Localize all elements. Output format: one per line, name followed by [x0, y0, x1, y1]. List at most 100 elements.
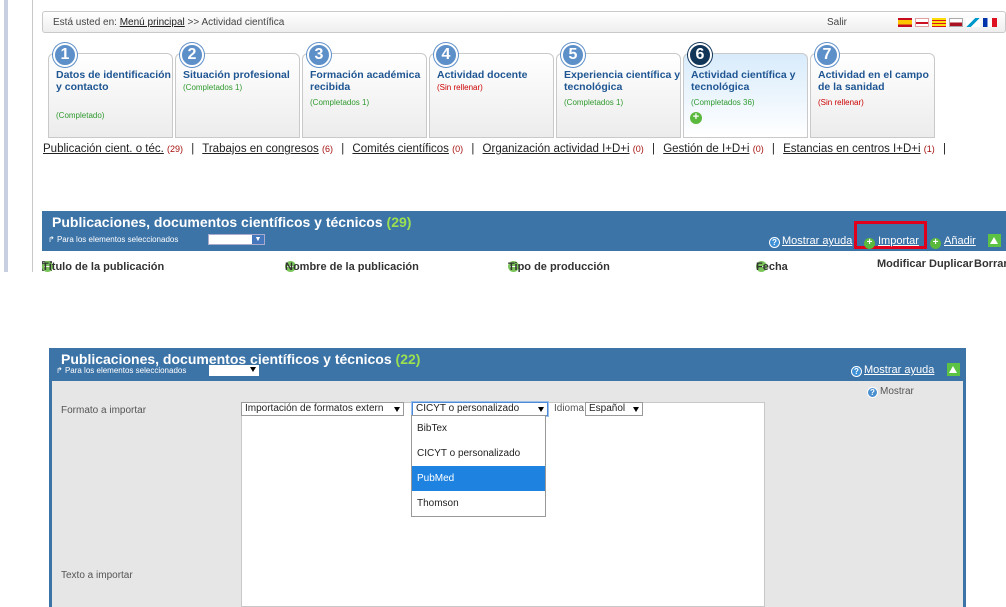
panel-title: Publicaciones, documentos científicos y … — [52, 214, 411, 230]
subtab-separator: | — [471, 143, 475, 155]
text-label: Texto a importar — [61, 570, 133, 581]
selected-items-label: ↱ Para los elementos seleccionados — [48, 235, 178, 244]
format-type-select[interactable]: CICYT o personalizado — [412, 402, 548, 416]
collapse-up-icon[interactable] — [988, 234, 1001, 247]
breadcrumb-prefix: Está usted en: — [53, 17, 117, 28]
subtab-separator: | — [771, 143, 775, 155]
step-number: 3 — [307, 43, 331, 67]
breadcrumb-bar: Está usted en: Menú principal >> Activid… — [42, 11, 1006, 33]
chevron-down-icon — [250, 367, 256, 372]
step-status: (Sin rellenar) — [818, 98, 864, 107]
add-label: Añadir — [944, 235, 976, 247]
show-help-text: Mostrar ayuda — [864, 364, 935, 376]
publications-panel-header: Publicaciones, documentos científicos y … — [42, 211, 1006, 251]
step-number: 6 — [688, 43, 712, 67]
subtab-organizacion[interactable]: Organización actividad I+D+i — [483, 143, 630, 155]
subtab-separator: | — [191, 143, 195, 155]
breadcrumb-current: Actividad científica — [201, 17, 285, 28]
subtab-congresos[interactable]: Trabajos en congresos — [202, 143, 319, 155]
step-title: Experiencia científica y tecnológica — [564, 69, 681, 93]
step-status: (Completados 1) — [310, 98, 370, 107]
step-title: Situación profesional — [183, 69, 290, 81]
collapse-up-icon[interactable] — [947, 363, 960, 376]
flag-catalonia-icon[interactable] — [932, 18, 946, 27]
flag-spain-icon[interactable] — [898, 18, 912, 27]
show-help-text: Mostrar ayuda — [782, 235, 853, 247]
bulk-action-select[interactable] — [209, 365, 259, 376]
subtab-comites[interactable]: Comités científicos — [352, 143, 449, 155]
step-status: (Sin rellenar) — [437, 83, 483, 92]
step-6[interactable]: 6 Actividad científica y tecnológica (Co… — [683, 43, 808, 138]
breadcrumb-home-link[interactable]: Menú principal — [120, 17, 185, 28]
panel-count: (29) — [386, 214, 412, 230]
step-title: Actividad científica y tecnológica — [691, 69, 796, 93]
chevron-down-icon — [633, 407, 639, 412]
subtab-separator: | — [341, 143, 345, 155]
subtab-gestion[interactable]: Gestión de I+D+i — [663, 143, 749, 155]
panel-title-text: Publicaciones, documentos científicos y … — [52, 214, 383, 230]
help-icon: ? — [769, 237, 780, 248]
bulk-action-select[interactable]: ▼ — [208, 234, 265, 245]
step-title: Actividad docente — [437, 69, 528, 81]
step-number: 4 — [434, 43, 458, 67]
subtab-count: (0) — [452, 144, 464, 154]
show-help-link[interactable]: ? Mostrar ayuda — [851, 364, 934, 377]
step-status: (Completados 1) — [183, 83, 243, 92]
breadcrumb-separator: >> — [187, 17, 200, 28]
arrow-turn-icon: ↱ — [56, 366, 63, 375]
left-frame-strip — [0, 0, 33, 272]
step-4[interactable]: 4 Actividad docente (Sin rellenar) — [429, 43, 554, 138]
help-icon: ? — [867, 387, 878, 398]
top-screenshot: Está usted en: Menú principal >> Activid… — [0, 0, 1006, 272]
step-5[interactable]: 5 Experiencia científica y tecnológica (… — [556, 43, 681, 138]
logout-link[interactable]: Salir — [827, 17, 847, 28]
subtab-publicaciones[interactable]: Publicación cient. o téc. — [43, 143, 164, 155]
option-bibtex[interactable]: BibTex — [412, 416, 545, 441]
step-7[interactable]: 7 Actividad en el campo de la sanidad (S… — [810, 43, 935, 138]
step-2[interactable]: 2 Situación profesional (Completados 1) — [175, 43, 300, 138]
add-button[interactable]: + Añadir — [930, 235, 976, 249]
format-select-value: Importación de formatos extern — [245, 403, 384, 414]
import-button[interactable]: + Importar — [864, 235, 919, 249]
show-button[interactable]: ? Mostrar — [867, 386, 914, 398]
bottom-screenshot: Publicaciones, documentos científicos y … — [49, 348, 966, 607]
flag-galicia-icon[interactable] — [966, 18, 980, 27]
format-select[interactable]: Importación de formatos extern — [241, 402, 404, 416]
option-thomson[interactable]: Thomson — [412, 491, 545, 516]
option-pubmed[interactable]: PubMed — [412, 466, 545, 491]
breadcrumb: Está usted en: Menú principal >> Activid… — [53, 17, 284, 28]
step-status: (Completado) — [56, 111, 105, 120]
subtab-count: (29) — [167, 144, 184, 154]
language-select-value: Español — [589, 403, 626, 414]
option-cicyt[interactable]: CICYT o personalizado — [412, 441, 545, 466]
subtab-estancias[interactable]: Estancias en centros I+D+i — [783, 143, 920, 155]
subtab-separator: | — [942, 143, 946, 155]
step-1[interactable]: 1 Datos de identificación y contacto (Co… — [48, 43, 173, 138]
flag-uk-icon[interactable] — [915, 18, 929, 27]
add-plus-icon[interactable]: + — [690, 112, 702, 124]
format-label: Formato a importar — [61, 405, 147, 416]
show-help-link[interactable]: ? Mostrar ayuda — [769, 235, 852, 248]
column-duplicate: Duplicar — [929, 258, 974, 270]
flag-france-icon[interactable] — [983, 18, 997, 27]
step-status: (Completados 36) — [691, 98, 755, 107]
subtab-count: (1) — [923, 144, 935, 154]
import-label: Importar — [878, 235, 919, 247]
language-select[interactable]: Español — [585, 402, 643, 416]
help-icon: ? — [851, 366, 862, 377]
step-3[interactable]: 3 Formación académica recibida (Completa… — [302, 43, 427, 138]
column-publication-name-label: Nombre de la publicación — [285, 261, 419, 272]
step-number: 5 — [561, 43, 585, 67]
step-title: Formación académica recibida — [310, 69, 421, 93]
step-title: Datos de identificación y contacto — [56, 69, 171, 93]
subtab-separator: | — [651, 143, 655, 155]
column-title-label: Título de la publicación — [42, 261, 165, 272]
flag-basque-icon[interactable] — [949, 18, 963, 27]
panel-count: (22) — [395, 351, 421, 367]
chevron-down-icon: ▼ — [252, 235, 264, 244]
subtab-count: (6) — [322, 144, 334, 154]
step-title: Actividad en el campo de la sanidad — [818, 69, 929, 93]
step-number: 1 — [53, 43, 77, 67]
plus-icon: + — [930, 238, 941, 249]
subtab-count: (0) — [752, 144, 764, 154]
